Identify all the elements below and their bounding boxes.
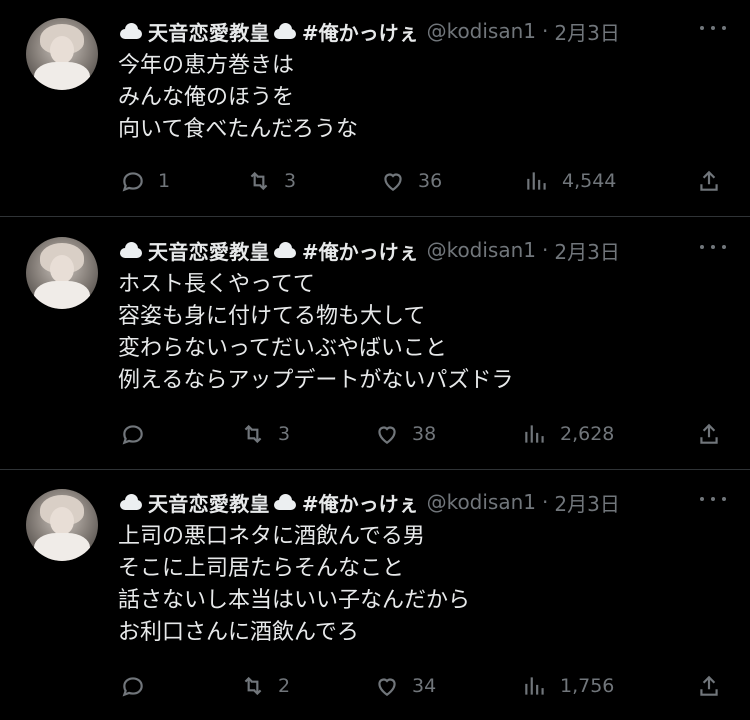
cloud-icon: [118, 22, 144, 40]
views-button[interactable]: 4,544: [524, 168, 616, 194]
retweet-button[interactable]: 3: [246, 168, 296, 194]
tweet-text: 今年の恵方巻きは みんな俺のほうを 向いて食べたんだろうな: [118, 50, 358, 146]
reply-icon: [122, 172, 143, 192]
reply-button[interactable]: [120, 421, 158, 447]
user-handle[interactable]: @kodisan1: [427, 238, 536, 262]
divider: [0, 216, 750, 217]
tweet-date[interactable]: 2月3日: [554, 488, 619, 517]
tweet-actions: 2 34 1,756: [0, 673, 750, 703]
tweet-text-line: そこに上司居たらそんなこと: [118, 556, 405, 581]
cloud-icon: [272, 493, 298, 511]
share-button[interactable]: [696, 168, 722, 194]
user-handle[interactable]: @kodisan1: [427, 490, 536, 514]
heart-icon: [384, 173, 402, 191]
tweet-header: 天音恋愛教皇 #俺かっけぇ @kodisan1 · 2月3日: [118, 16, 620, 46]
cloud-icon: [272, 22, 298, 40]
views-count: 4,544: [562, 170, 617, 192]
display-name-tag[interactable]: #俺かっけぇ: [302, 236, 419, 265]
separator: ·: [542, 238, 549, 262]
tweet-text-line: 例えるならアップデートがないパズドラ: [118, 368, 514, 393]
share-button[interactable]: [696, 421, 722, 447]
share-icon: [700, 675, 718, 696]
retweet-button[interactable]: 3: [240, 421, 290, 447]
display-name[interactable]: 天音恋愛教皇: [148, 17, 270, 46]
retweet-icon: [250, 171, 268, 191]
tweet[interactable]: 天音恋愛教皇 #俺かっけぇ @kodisan1 · 2月3日 上司の悪口ネタに酒…: [0, 471, 750, 720]
avatar[interactable]: [26, 489, 98, 561]
tweet-header: 天音恋愛教皇 #俺かっけぇ @kodisan1 · 2月3日: [118, 235, 620, 265]
heart-icon: [378, 678, 396, 696]
like-count: 38: [412, 423, 437, 445]
share-button[interactable]: [696, 673, 722, 699]
cloud-icon: [272, 241, 298, 259]
retweet-button[interactable]: 2: [240, 673, 290, 699]
retweet-count: 3: [278, 423, 291, 445]
retweet-count: 2: [278, 675, 291, 697]
retweet-icon: [244, 676, 262, 696]
like-count: 36: [418, 170, 443, 192]
tweet-text-line: 上司の悪口ネタに酒飲んでる男: [118, 524, 425, 549]
avatar[interactable]: [26, 18, 98, 90]
cloud-icon: [118, 241, 144, 259]
tweet[interactable]: 天音恋愛教皇 #俺かっけぇ @kodisan1 · 2月3日 今年の恵方巻きは …: [0, 0, 750, 216]
tweet-text: ホスト長くやってて 容姿も身に付けてる物も大して 変わらないってだいぶやばいこと…: [118, 269, 513, 397]
heart-icon: [378, 426, 396, 444]
share-icon: [700, 170, 718, 191]
separator: ·: [542, 19, 549, 43]
user-handle[interactable]: @kodisan1: [427, 19, 536, 43]
like-button[interactable]: 38: [374, 421, 436, 447]
tweet-date[interactable]: 2月3日: [554, 236, 619, 265]
like-count: 34: [412, 675, 437, 697]
tweet-text-line: 今年の恵方巻きは: [118, 53, 295, 78]
views-icon: [525, 677, 544, 695]
views-button[interactable]: 2,628: [522, 421, 614, 447]
divider: [0, 469, 750, 470]
views-icon: [527, 172, 546, 190]
retweet-icon: [244, 424, 262, 444]
tweet[interactable]: 天音恋愛教皇 #俺かっけぇ @kodisan1 · 2月3日 ホスト長くやってて…: [0, 219, 750, 467]
cloud-icon: [118, 493, 144, 511]
views-button[interactable]: 1,756: [522, 673, 614, 699]
reply-icon: [122, 677, 143, 697]
tweet-text-line: 話さないし本当はいい子なんだから: [118, 588, 471, 613]
tweet-date[interactable]: 2月3日: [554, 17, 619, 46]
display-name-tag[interactable]: #俺かっけぇ: [302, 488, 419, 517]
tweet-text-line: 変わらないってだいぶやばいこと: [118, 336, 447, 361]
like-button[interactable]: 36: [380, 168, 442, 194]
like-button[interactable]: 34: [374, 673, 436, 699]
tweet-header: 天音恋愛教皇 #俺かっけぇ @kodisan1 · 2月3日: [118, 487, 620, 517]
display-name[interactable]: 天音恋愛教皇: [148, 236, 270, 265]
reply-count: 1: [158, 170, 171, 192]
tweet-actions: 1 3 36 4,544: [0, 168, 750, 198]
retweet-count: 3: [284, 170, 297, 192]
display-name[interactable]: 天音恋愛教皇: [148, 488, 270, 517]
avatar[interactable]: [26, 237, 98, 309]
tweet-text-line: 向いて食べたんだろうな: [118, 117, 359, 142]
tweet-text-line: 容姿も身に付けてる物も大して: [118, 304, 426, 329]
views-icon: [525, 425, 544, 443]
tweet-actions: 3 38 2,628: [0, 421, 750, 451]
more-icon[interactable]: [700, 18, 726, 38]
reply-icon: [122, 425, 143, 445]
tweet-text: 上司の悪口ネタに酒飲んでる男 そこに上司居たらそんなこと 話さないし本当はいい子…: [118, 521, 470, 649]
display-name-tag[interactable]: #俺かっけぇ: [302, 17, 419, 46]
reply-button[interactable]: [120, 673, 158, 699]
views-count: 2,628: [560, 423, 615, 445]
more-icon[interactable]: [700, 489, 726, 509]
more-icon[interactable]: [700, 237, 726, 257]
separator: ·: [542, 490, 549, 514]
share-icon: [700, 423, 718, 444]
tweet-text-line: みんな俺のほうを: [118, 85, 295, 110]
views-count: 1,756: [560, 675, 615, 697]
tweet-text-line: お利口さんに酒飲んでろ: [118, 620, 359, 645]
tweet-text-line: ホスト長くやってて: [118, 272, 315, 297]
reply-button[interactable]: 1: [120, 168, 170, 194]
